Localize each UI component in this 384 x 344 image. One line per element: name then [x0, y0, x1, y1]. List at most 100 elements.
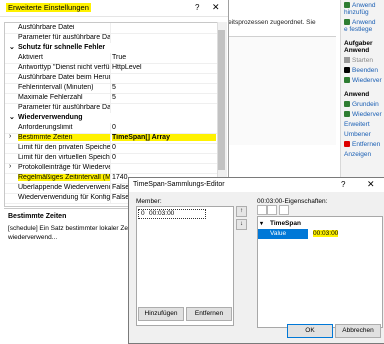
close-icon[interactable]: ✕ — [367, 179, 375, 190]
collapse-icon[interactable]: ▾ — [260, 220, 263, 227]
move-down-button[interactable]: ↓ — [236, 219, 247, 230]
property-value[interactable]: 0 — [112, 154, 216, 161]
close-icon[interactable]: ✕ — [212, 2, 220, 13]
property-category[interactable]: ⌄ Wiederverwendung — [5, 113, 217, 123]
expand-icon[interactable]: › — [9, 133, 11, 140]
property-name: Ausführbare Datei — [18, 24, 75, 31]
member-index: 0 — [141, 210, 145, 217]
property-name: Regelmäßiges Zeitintervall (Min — [18, 174, 110, 181]
property-category[interactable]: ▾ TimeSpan — [258, 220, 382, 229]
stop-icon — [344, 67, 350, 74]
timespan-property-grid: ▾ TimeSpan Value 00:03:00 — [257, 216, 383, 328]
property-value[interactable]: 5 — [112, 84, 216, 91]
remove-button[interactable]: Entfernen — [186, 307, 232, 321]
members-label: Member: — [136, 198, 162, 205]
property-value-input[interactable]: 00:03:00 — [309, 229, 381, 239]
column-divider — [110, 153, 111, 163]
property-name: Parameter für ausführbare Datei — [18, 104, 110, 111]
categorized-icon[interactable] — [257, 205, 267, 215]
action-2[interactable]: Anwend — [344, 19, 376, 26]
add-icon — [344, 2, 350, 9]
property-value[interactable]: 5 — [112, 94, 216, 101]
column-divider — [110, 143, 111, 153]
property-name: Parameter für ausführbare Datei — [18, 34, 110, 41]
move-up-button[interactable]: ↑ — [236, 206, 247, 217]
column-divider — [110, 123, 111, 133]
settings-icon — [344, 111, 350, 118]
background-content — [218, 37, 336, 145]
column-divider — [110, 23, 111, 33]
column-divider — [110, 163, 111, 173]
property-value[interactable]: 0 — [112, 144, 216, 151]
property-name: Protokolleinträge für Wiederverw — [18, 164, 110, 171]
cancel-button[interactable]: Abbrechen — [335, 324, 381, 338]
property-toolbar — [257, 205, 381, 215]
property-name: Limit für den privaten Speicher ( — [18, 144, 110, 151]
action-6[interactable]: Starten — [344, 57, 373, 64]
column-divider — [110, 73, 111, 83]
column-divider — [110, 133, 111, 143]
column-divider — [110, 63, 111, 73]
action-3[interactable]: e festlege — [344, 26, 372, 33]
column-divider — [110, 83, 111, 93]
column-divider — [110, 53, 111, 63]
column-divider — [110, 33, 111, 43]
property-value[interactable]: HttpLevel — [112, 64, 216, 71]
column-divider — [110, 173, 111, 183]
background-description: Arbeitsprozessen zugeordnet. Sie — [218, 19, 316, 26]
property-value[interactable]: True — [112, 54, 216, 61]
property-value[interactable]: 0 — [112, 124, 216, 131]
column-divider — [110, 103, 111, 113]
member-item[interactable]: 0 00:03:00 — [138, 209, 206, 219]
properties-label: 00:03:00-Eigenschaften: — [257, 198, 328, 205]
description-title: Bestimmte Zeiten — [8, 213, 67, 220]
property-pages-icon[interactable] — [279, 205, 289, 215]
help-icon[interactable]: ? — [341, 180, 345, 189]
action-12[interactable]: Erweitert — [344, 121, 370, 128]
add-button[interactable]: Hinzufügen — [138, 307, 184, 321]
property-name: Aktiviert — [18, 54, 43, 61]
expand-icon[interactable]: › — [9, 163, 11, 170]
property-name: Maximale Fehlerzahl — [18, 94, 83, 101]
property-name: Überlappende Wiederverwendung — [18, 184, 110, 191]
action-9: Anwend — [344, 91, 370, 98]
ok-button[interactable]: OK — [287, 324, 333, 338]
dialog-title: Erweiterte Einstellungen — [6, 3, 91, 12]
property-name: Limit für den virtuellen Speicher ( — [18, 154, 110, 161]
scrollbar-thumb[interactable] — [218, 30, 225, 170]
column-divider — [110, 193, 111, 203]
timespan-title: TimeSpan-Sammlungs-Editor — [133, 181, 225, 188]
recycle-icon — [344, 77, 350, 84]
action-10[interactable]: Grundein — [344, 101, 379, 108]
collapse-icon[interactable]: ⌄ — [9, 43, 15, 51]
action-7[interactable]: Beenden — [344, 67, 378, 74]
delete-icon — [344, 141, 350, 148]
member-value: 00:03:00 — [149, 210, 175, 217]
property-category[interactable]: ⌄ Schutz für schnelle Fehler — [5, 43, 217, 53]
alphabetical-icon[interactable] — [267, 205, 277, 215]
collapse-icon[interactable]: ⌄ — [9, 113, 15, 121]
action-8[interactable]: Wiederver — [344, 77, 382, 84]
property-name: Wiederverwendung für Konfigur — [18, 194, 110, 201]
action-13[interactable]: Umbener — [344, 131, 371, 138]
property-name: Bestimmte Zeiten — [18, 134, 110, 141]
action-11[interactable]: Wiederver — [344, 111, 382, 118]
action-0[interactable]: Anwend — [344, 2, 376, 9]
settings-icon — [344, 101, 350, 108]
property-value[interactable]: TimeSpan[] Array — [112, 134, 216, 141]
property-name: Anforderungslimit — [18, 124, 73, 131]
column-divider — [110, 93, 111, 103]
action-14[interactable]: Entfernen — [344, 141, 380, 148]
action-1[interactable]: hinzufüg — [344, 9, 369, 16]
property-row[interactable]: Value 00:03:00 — [258, 229, 382, 239]
property-name: Antworttyp "Dienst nicht verfüg — [18, 64, 110, 71]
property-name: Value — [258, 229, 308, 239]
help-icon[interactable]: ? — [195, 3, 199, 12]
action-5: Anwend — [344, 47, 370, 54]
add-icon — [344, 19, 350, 26]
property-name: Fehlerintervall (Minuten) — [18, 84, 94, 91]
advanced-settings-titlebar: Erweiterte Einstellungen ? ✕ — [0, 0, 228, 17]
column-divider — [110, 183, 111, 193]
action-4: Aufgaber — [344, 40, 373, 47]
action-15[interactable]: Anzeigen — [344, 151, 371, 158]
